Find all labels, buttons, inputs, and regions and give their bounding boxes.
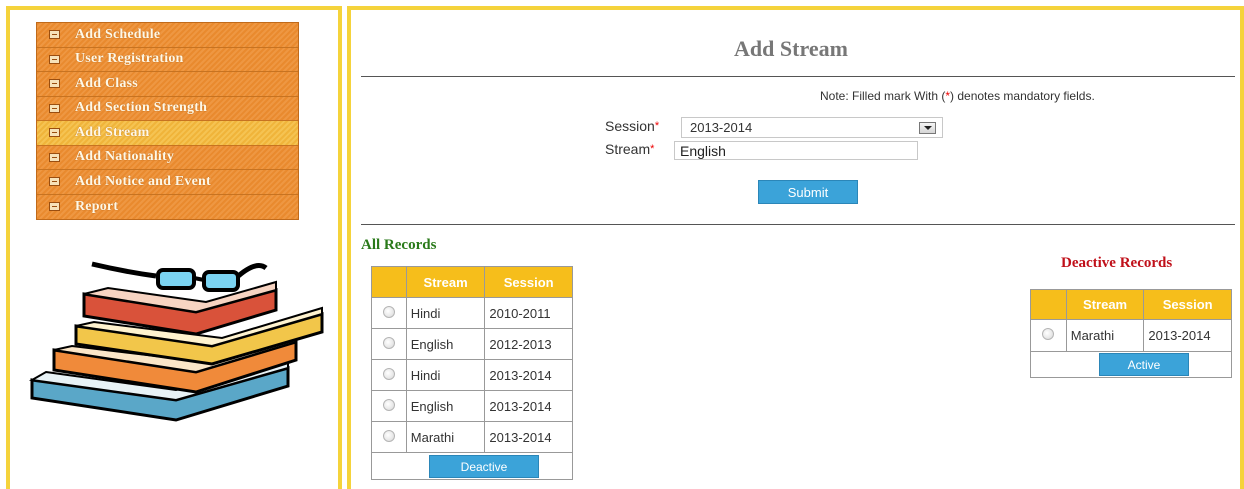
session-label: Session <box>605 118 655 134</box>
table-row: Hindi 2013-2014 <box>371 359 573 391</box>
session-cell: 2010-2011 <box>484 297 573 329</box>
bullet-icon <box>49 30 60 40</box>
sidebar-item-label: Add Section Strength <box>75 100 208 116</box>
row-radio-cell <box>371 297 407 329</box>
column-header-stream: Stream <box>405 266 486 298</box>
sidebar-item-add-stream[interactable]: Add Stream <box>37 121 298 146</box>
row-radio[interactable] <box>382 305 395 318</box>
session-cell: 2012-2013 <box>484 328 573 360</box>
all-records-table: Stream Session Hindi 2010-2011 English 2… <box>371 266 573 480</box>
divider-top <box>361 76 1235 77</box>
page-title: Add Stream <box>734 36 848 61</box>
divider-middle <box>361 224 1235 225</box>
row-radio-cell <box>1030 319 1067 352</box>
required-star: * <box>654 120 660 132</box>
stream-cell: Marathi <box>1065 319 1145 352</box>
row-radio[interactable] <box>382 336 395 349</box>
deactive-records-title: Deactive Records <box>1061 255 1173 271</box>
stream-cell: Marathi <box>405 421 486 453</box>
active-button[interactable]: Active <box>1099 353 1189 376</box>
sidebar-item-user-registration[interactable]: User Registration <box>37 47 298 72</box>
bullet-icon <box>49 103 60 113</box>
row-radio-cell <box>371 328 407 360</box>
table-footer-cell: Active <box>1030 351 1232 378</box>
session-cell: 2013-2014 <box>484 359 573 391</box>
table-row: English 2012-2013 <box>371 328 573 360</box>
note-text-start: Note: Filled mark With ( <box>820 89 946 103</box>
bullet-icon <box>49 128 60 138</box>
session-cell: 2013-2014 <box>1143 319 1232 352</box>
glasses-icon <box>91 261 268 292</box>
stream-cell: English <box>405 390 486 422</box>
table-row: Marathi 2013-2014 <box>1030 319 1232 352</box>
sidebar-item-label: Add Schedule <box>75 26 161 42</box>
required-star: * <box>650 143 655 155</box>
bullet-icon <box>49 177 60 187</box>
session-cell: 2013-2014 <box>484 421 573 453</box>
left-panel: Add Schedule User Registration Add Class… <box>6 6 342 489</box>
row-radio-cell <box>371 421 407 453</box>
session-select-value: 2013-2014 <box>690 120 753 135</box>
column-header-session: Session <box>1143 289 1232 320</box>
column-header-stream: Stream <box>1065 289 1145 320</box>
sidebar-item-add-notice-and-event[interactable]: Add Notice and Event <box>37 170 298 195</box>
stream-cell: Hindi <box>405 297 486 329</box>
sidebar-item-label: Add Class <box>75 75 138 91</box>
sidebar-item-label: Add Notice and Event <box>75 173 211 189</box>
stream-cell: Hindi <box>405 359 486 391</box>
row-radio[interactable] <box>382 367 395 380</box>
bullet-icon <box>49 152 60 162</box>
chevron-down-icon[interactable] <box>919 122 936 134</box>
stream-input[interactable] <box>674 141 918 160</box>
table-footer-cell: Deactive <box>371 452 573 480</box>
sidebar-item-label: Add Stream <box>75 124 150 140</box>
row-radio-cell <box>371 390 407 422</box>
sidebar-item-label: Report <box>75 198 119 214</box>
sidebar-item-label: Add Nationality <box>75 149 175 165</box>
deactive-records-table: Stream Session Marathi 2013-2014 Active <box>1030 289 1232 378</box>
stream-cell: English <box>405 328 486 360</box>
bullet-icon <box>49 79 60 89</box>
session-select[interactable]: 2013-2014 <box>681 117 943 138</box>
row-radio-cell <box>371 359 407 391</box>
note-text-end: ) denotes mandatory fields. <box>950 89 1095 103</box>
sidebar-menu: Add Schedule User Registration Add Class… <box>36 22 299 220</box>
books-illustration <box>28 261 324 422</box>
select-column-header <box>371 266 407 298</box>
main-panel: Add Stream Note: Filled mark With (*) de… <box>347 6 1244 489</box>
submit-button[interactable]: Submit <box>758 180 858 204</box>
column-header-session: Session <box>484 266 573 298</box>
bullet-icon <box>49 54 60 64</box>
sidebar-item-add-nationality[interactable]: Add Nationality <box>37 145 298 170</box>
session-label-row: Session * <box>605 118 659 134</box>
sidebar-item-add-schedule[interactable]: Add Schedule <box>37 23 298 48</box>
select-column-header <box>1030 289 1067 320</box>
sidebar-item-label: User Registration <box>75 51 184 67</box>
deactive-button[interactable]: Deactive <box>429 455 539 478</box>
stream-label-row: Stream * <box>605 141 654 157</box>
session-cell: 2013-2014 <box>484 390 573 422</box>
row-radio[interactable] <box>1042 328 1055 340</box>
table-header-row: Stream Session <box>371 266 573 298</box>
table-row: English 2013-2014 <box>371 390 573 422</box>
mandatory-note: Note: Filled mark With (*) denotes manda… <box>820 89 1095 103</box>
row-radio[interactable] <box>382 429 395 442</box>
table-row: Marathi 2013-2014 <box>371 421 573 453</box>
sidebar-item-report[interactable]: Report <box>37 194 298 219</box>
table-row: Hindi 2010-2011 <box>371 297 573 329</box>
table-header-row: Stream Session <box>1030 289 1232 320</box>
sidebar-item-add-class[interactable]: Add Class <box>37 72 298 97</box>
table-footer-row: Deactive <box>371 452 573 480</box>
stream-label: Stream <box>605 141 651 157</box>
bullet-icon <box>49 202 60 212</box>
row-radio[interactable] <box>382 398 395 411</box>
sidebar-item-add-section-strength[interactable]: Add Section Strength <box>37 96 298 121</box>
table-footer-row: Active <box>1030 351 1232 378</box>
all-records-title: All Records <box>361 237 437 253</box>
